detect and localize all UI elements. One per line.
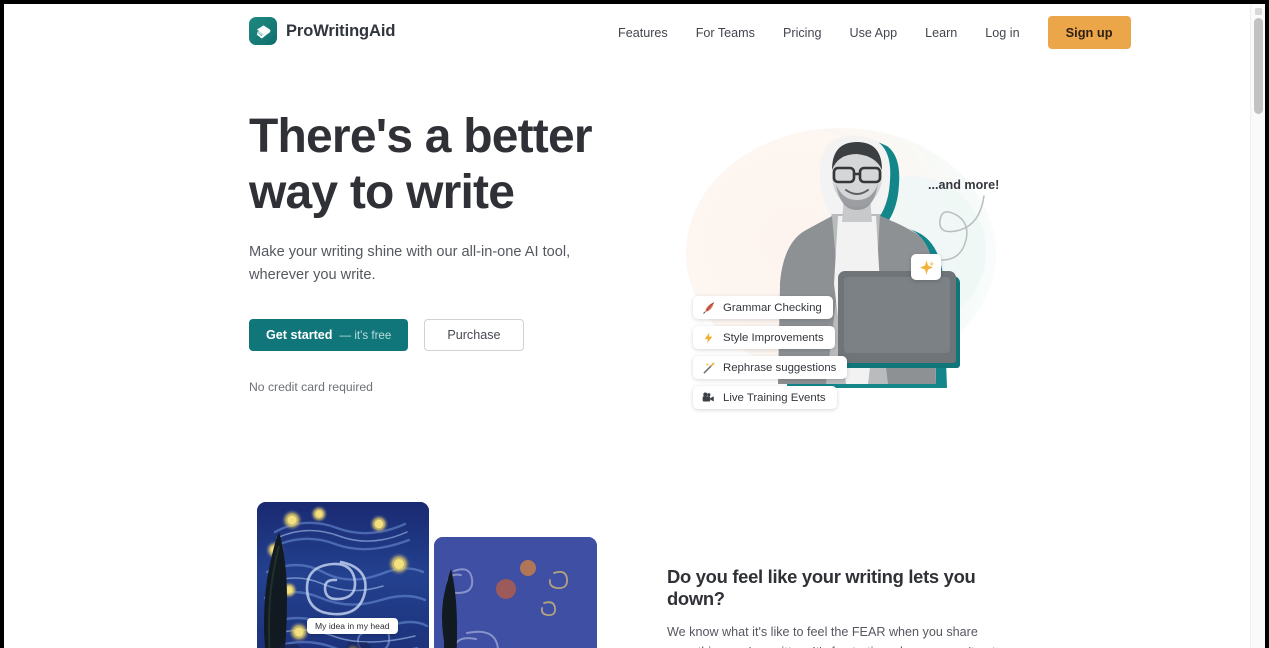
scrollbar-up-arrow[interactable] (1255, 8, 1262, 15)
magic-wand-icon (701, 360, 716, 375)
hero-section: There's a better way to write Make your … (4, 61, 1250, 481)
painting-caption: My idea in my head (307, 618, 398, 634)
and-more-label: ...and more! (928, 178, 1000, 192)
get-started-label: Get started (266, 328, 333, 342)
section-two-title: Do you feel like your writing lets you d… (667, 566, 976, 609)
nav-item-log-in[interactable]: Log in (971, 20, 1033, 46)
feature-pill-rephrase-suggestions: Rephrase suggestions (693, 356, 848, 379)
feature-pill-label: Live Training Events (723, 391, 826, 404)
starry-night-painting-card: My idea in my head (257, 502, 429, 648)
sparkle-badge (911, 254, 941, 280)
hero-title: There's a better way to write (249, 109, 649, 221)
brand-logo-link[interactable]: ProWritingAid (249, 17, 395, 45)
feature-pill-grammar-checking: Grammar Checking (693, 296, 833, 319)
browser-window: ProWritingAid Features For Teams Pricing… (4, 4, 1265, 648)
scrollbar-thumb[interactable] (1254, 18, 1263, 114)
plain-blue-card (434, 537, 597, 648)
nav-item-for-teams[interactable]: For Teams (682, 20, 769, 46)
site-header: ProWritingAid Features For Teams Pricing… (4, 4, 1250, 61)
nav-item-use-app[interactable]: Use App (835, 20, 911, 46)
feature-pill-style-improvements: Style Improvements (693, 326, 835, 349)
quill-pen-icon (701, 300, 716, 315)
feature-pill-label: Rephrase suggestions (723, 361, 837, 374)
hero-subtitle: Make your writing shine with our all-in-… (249, 244, 571, 283)
nav-item-features[interactable]: Features (604, 20, 682, 46)
nav-item-pricing[interactable]: Pricing (769, 20, 836, 46)
lightning-bolt-icon (701, 330, 716, 345)
writing-lets-you-down-section: My idea in my head Do you feel like your… (4, 481, 1250, 648)
feature-pill-live-training-events: Live Training Events (693, 386, 837, 409)
hero-actions: Get started — it's free Purchase (249, 319, 649, 351)
vertical-scrollbar[interactable] (1250, 4, 1265, 648)
prowritingaid-logo-icon (249, 17, 277, 45)
comparison-illustration: My idea in my head (249, 502, 599, 648)
brand-name: ProWritingAid (286, 21, 396, 40)
sparkle-icon (919, 259, 934, 275)
primary-nav: Features For Teams Pricing Use App Learn… (604, 4, 1131, 61)
get-started-sublabel: — it's free (339, 328, 392, 342)
laptop-illustration (838, 271, 956, 363)
sign-up-button[interactable]: Sign up (1047, 16, 1131, 49)
video-camera-icon (701, 390, 716, 405)
hero-illustration: ...and more! Grammar Checking Style Impr… (676, 116, 1016, 436)
hero-title-line-1: There's a better (249, 110, 593, 163)
section-two-body: We know what it's like to feel the FEAR … (667, 625, 996, 648)
nav-item-learn[interactable]: Learn (911, 20, 971, 46)
hero-copy: There's a better way to write Make your … (249, 109, 649, 394)
hero-title-line-2: way to write (249, 166, 515, 219)
plain-blue-artwork (434, 537, 597, 648)
purchase-button[interactable]: Purchase (424, 319, 524, 351)
laptop-screen (844, 277, 950, 353)
get-started-button[interactable]: Get started — it's free (249, 319, 409, 351)
feature-pill-label: Grammar Checking (723, 301, 822, 314)
feature-pill-label: Style Improvements (723, 331, 824, 344)
page-viewport: ProWritingAid Features For Teams Pricing… (4, 4, 1250, 648)
no-credit-card-note: No credit card required (249, 380, 373, 394)
section-two-copy: Do you feel like your writing lets you d… (667, 566, 1012, 648)
